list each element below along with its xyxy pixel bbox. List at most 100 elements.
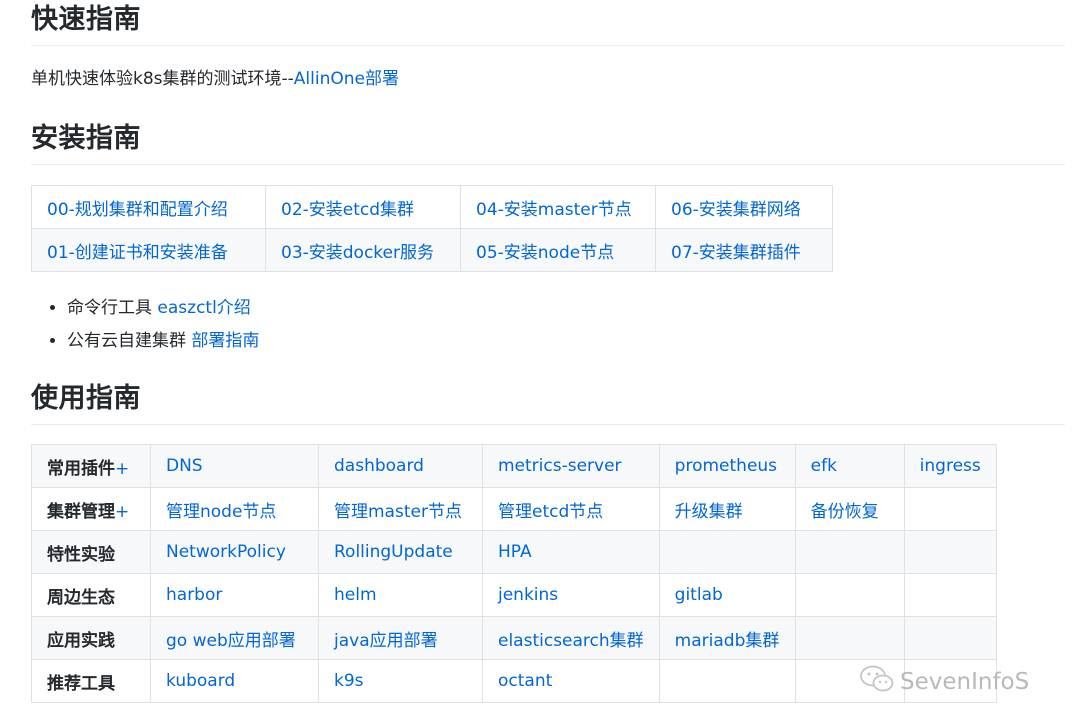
table-cell: HPA [482,530,660,574]
usage-link[interactable]: dashboard [334,456,424,476]
table-row: 01-创建证书和安装准备 03-安装docker服务 05-安装node节点 0… [31,228,833,272]
usage-link[interactable]: DNS [166,456,203,476]
row-header-label: 周边生态 [47,587,115,608]
table-cell: k9s [318,659,483,703]
table-cell: 02-安装etcd集群 [265,185,461,229]
table-cell [794,530,905,574]
table-row: 周边生态 harbor helm jenkins gitlab [31,573,997,617]
step-07-link[interactable]: 07-安装集群插件 [671,243,801,263]
row-header-label: 集群管理 [47,501,115,522]
usage-link[interactable]: java应用部署 [334,631,438,651]
table-cell: 管理node节点 [150,487,319,531]
usage-link[interactable]: kuboard [166,671,235,691]
step-02-link[interactable]: 02-安装etcd集群 [281,200,414,220]
list-item: 公有云自建集群 部署指南 [67,325,259,358]
public-cloud-label: 公有云自建集群 [67,331,192,351]
table-cell: 管理master节点 [318,487,483,531]
row-header-cell: 周边生态 [31,573,151,617]
table-cell: 管理etcd节点 [482,487,660,531]
usage-link[interactable]: harbor [166,585,222,605]
usage-link[interactable]: ingress [920,456,981,476]
row-header-cell: 应用实践 [31,616,151,660]
usage-link[interactable]: 升级集群 [675,502,743,522]
allinone-link[interactable]: AllinOne部署 [294,69,399,89]
table-cell: 升级集群 [658,487,796,531]
usage-link[interactable]: mariadb集群 [675,631,780,651]
usage-link[interactable]: efk [811,456,837,476]
table-cell: 06-安装集群网络 [655,185,833,229]
table-cell [794,573,905,617]
deploy-guide-link[interactable]: 部署指南 [191,331,259,351]
table-cell [903,530,997,574]
easzctl-link[interactable]: easzctl介绍 [157,298,250,318]
list-item: 命令行工具 easzctl介绍 [67,292,259,325]
usage-link[interactable]: 管理node节点 [166,502,276,522]
step-00-link[interactable]: 00-规划集群和配置介绍 [47,200,228,220]
usage-link[interactable]: prometheus [675,456,777,476]
table-row: 00-规划集群和配置介绍 02-安装etcd集群 04-安装master节点 0… [31,185,833,229]
usage-link[interactable]: elasticsearch集群 [498,631,644,651]
usage-link[interactable]: helm [334,585,377,605]
table-cell: elasticsearch集群 [482,616,660,660]
table-cell: 00-规划集群和配置介绍 [31,185,266,229]
step-05-link[interactable]: 05-安装node节点 [476,243,614,263]
table-cell: dashboard [318,444,483,488]
table-row: 特性实验 NetworkPolicy RollingUpdate HPA [31,530,997,574]
watermark: SevenInfoS [860,664,1029,700]
table-cell: kuboard [150,659,319,703]
row-header-label: 常用插件 [47,458,115,479]
usage-link[interactable]: go web应用部署 [166,631,296,651]
table-cell: ingress [903,444,997,488]
usage-link[interactable]: HPA [498,542,532,562]
usage-link[interactable]: 管理master节点 [334,502,462,522]
table-cell: 01-创建证书和安装准备 [31,228,266,272]
expand-plus-link[interactable]: + [115,502,129,522]
expand-plus-link[interactable]: + [115,459,129,479]
usage-link[interactable]: jenkins [498,585,558,605]
table-cell [794,616,905,660]
row-header-cell: 特性实验 [31,530,151,574]
row-header-label: 推荐工具 [47,673,115,694]
row-header-label: 应用实践 [47,630,115,651]
usage-link[interactable]: 管理etcd节点 [498,502,603,522]
table-cell [903,487,997,531]
step-03-link[interactable]: 03-安装docker服务 [281,243,434,263]
table-cell: harbor [150,573,319,617]
usage-link[interactable]: metrics-server [498,456,622,476]
usage-link[interactable]: RollingUpdate [334,542,453,562]
table-row: 推荐工具 kuboard k9s octant [31,659,997,703]
intro-text: 单机快速体验k8s集群的测试环境-- [31,69,294,89]
step-01-link[interactable]: 01-创建证书和安装准备 [47,243,228,263]
step-04-link[interactable]: 04-安装master节点 [476,200,632,220]
usage-link[interactable]: 备份恢复 [811,502,879,522]
easzctl-label: 命令行工具 [67,298,158,318]
table-cell: mariadb集群 [658,616,796,660]
watermark-text: SevenInfoS [900,669,1030,695]
table-cell [903,573,997,617]
step-06-link[interactable]: 06-安装集群网络 [671,200,801,220]
table-cell: efk [794,444,905,488]
table-row: 集群管理+ 管理node节点 管理master节点 管理etcd节点 升级集群 备份恢复 [31,487,997,531]
usage-link[interactable]: octant [498,671,552,691]
table-cell: NetworkPolicy [150,530,319,574]
row-header-cell: 常用插件+ [31,444,151,488]
table-cell: gitlab [658,573,796,617]
table-cell: java应用部署 [318,616,483,660]
table-cell: 07-安装集群插件 [655,228,833,272]
table-cell: 备份恢复 [794,487,905,531]
table-row: 常用插件+ DNS dashboard metrics-server prometheu… [31,444,997,488]
row-header-cell: 推荐工具 [31,659,151,703]
usage-guide-heading: 使用指南 [31,381,1065,425]
table-cell: RollingUpdate [318,530,483,574]
usage-guide-table: 常用插件+ DNS dashboard metrics-server prometheu… [31,444,997,703]
usage-link[interactable]: gitlab [675,585,723,605]
table-cell: prometheus [658,444,796,488]
wechat-icon [860,665,894,699]
table-cell: helm [318,573,483,617]
table-cell: 03-安装docker服务 [265,228,461,272]
table-cell: 05-安装node节点 [460,228,656,272]
usage-link[interactable]: k9s [334,671,364,691]
install-extras-list: 命令行工具 easzctl介绍 公有云自建集群 部署指南 [31,292,259,358]
table-cell [658,530,796,574]
usage-link[interactable]: NetworkPolicy [166,542,286,562]
